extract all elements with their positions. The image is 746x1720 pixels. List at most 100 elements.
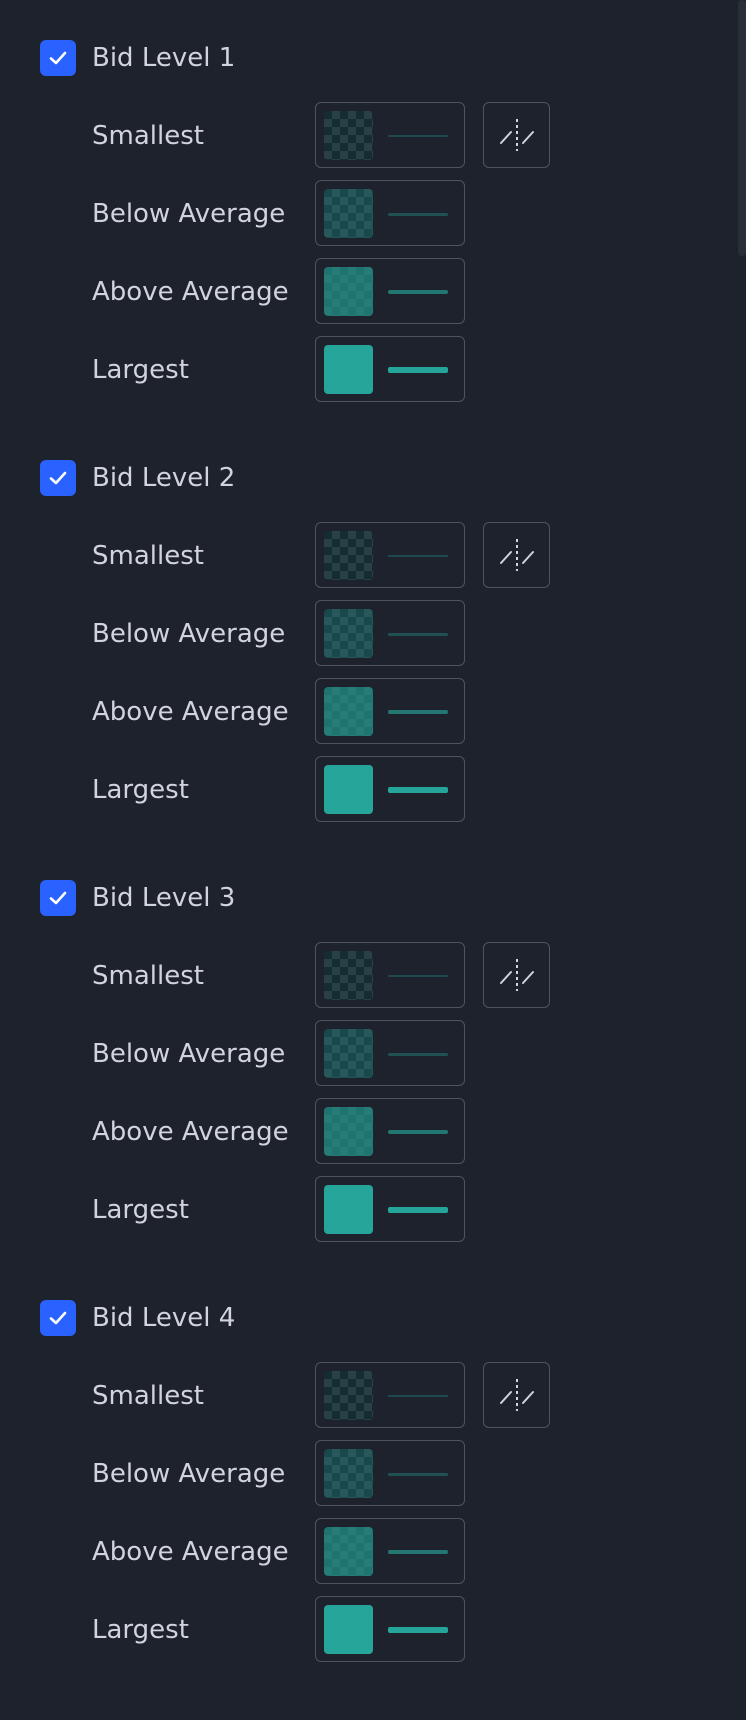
swatch-fill [324,1371,373,1420]
style-row-smallest: Smallest [0,1362,746,1430]
color-swatch [324,951,373,1000]
style-row-largest: Largest [0,1176,746,1244]
bid-level-header: Bid Level 1 [40,40,235,76]
interpolation-icon [499,1379,534,1411]
line-preview [388,1207,448,1213]
line-preview [388,135,448,137]
color-style-button[interactable] [315,1362,465,1428]
line-preview [388,1395,448,1397]
color-style-button[interactable] [315,756,465,822]
line-preview [388,290,448,294]
color-style-button[interactable] [315,522,465,588]
settings-panel: Bid Level 1 Smallest Below Average Above… [0,0,746,1702]
line-preview [388,1052,448,1056]
bid-level-title: Bid Level 1 [92,43,236,73]
color-swatch [324,1449,373,1498]
color-style-button[interactable] [315,180,465,246]
color-swatch [324,111,373,160]
bid-level-checkbox[interactable] [40,880,76,916]
row-label: Above Average [92,697,289,727]
line-preview [388,1627,448,1633]
swatch-fill [324,111,373,160]
style-row-above-average: Above Average [0,1098,746,1166]
style-row-largest: Largest [0,1596,746,1664]
row-label: Smallest [92,961,204,991]
style-row-above-average: Above Average [0,258,746,326]
style-row-below-average: Below Average [0,1440,746,1508]
row-label: Above Average [92,1537,289,1567]
color-swatch [324,1371,373,1420]
bid-level-checkbox[interactable] [40,40,76,76]
color-swatch [324,345,373,394]
line-preview [388,367,448,373]
row-label: Below Average [92,619,286,649]
color-swatch [324,1605,373,1654]
swatch-fill [324,765,373,814]
color-swatch [324,1527,373,1576]
interpolation-icon [499,119,534,151]
color-style-button[interactable] [315,336,465,402]
row-label: Above Average [92,277,289,307]
style-row-smallest: Smallest [0,102,746,170]
color-style-button[interactable] [315,1518,465,1584]
color-style-button[interactable] [315,102,465,168]
line-preview [388,632,448,636]
bid-level-group: Bid Level 4 Smallest Below Average Above… [0,1300,746,1720]
color-swatch [324,531,373,580]
row-label: Above Average [92,1117,289,1147]
checkmark-icon [49,51,67,65]
interpolation-button[interactable] [483,942,550,1008]
color-swatch [324,609,373,658]
color-style-button[interactable] [315,1596,465,1662]
swatch-fill [324,1185,373,1234]
style-row-largest: Largest [0,756,746,824]
row-label: Largest [92,1195,189,1225]
style-row-smallest: Smallest [0,942,746,1010]
bid-level-header: Bid Level 3 [40,880,235,916]
bid-level-header: Bid Level 4 [40,1300,235,1336]
swatch-fill [324,531,373,580]
interpolation-button[interactable] [483,522,550,588]
color-style-button[interactable] [315,1020,465,1086]
color-style-button[interactable] [315,600,465,666]
line-preview [388,975,448,977]
color-style-button[interactable] [315,1176,465,1242]
line-preview [388,1550,448,1554]
bid-level-group: Bid Level 3 Smallest Below Average Above… [0,880,746,1300]
line-preview [388,787,448,793]
checkmark-icon [49,891,67,905]
color-style-button[interactable] [315,678,465,744]
style-row-below-average: Below Average [0,1020,746,1088]
interpolation-button[interactable] [483,102,550,168]
bid-level-header: Bid Level 2 [40,460,235,496]
row-label: Below Average [92,1039,286,1069]
row-label: Smallest [92,1381,204,1411]
style-row-above-average: Above Average [0,1518,746,1586]
swatch-fill [324,1527,373,1576]
color-swatch [324,1185,373,1234]
color-swatch [324,267,373,316]
bid-level-checkbox[interactable] [40,1300,76,1336]
style-row-above-average: Above Average [0,678,746,746]
color-style-button[interactable] [315,1440,465,1506]
swatch-fill [324,1029,373,1078]
color-style-button[interactable] [315,942,465,1008]
interpolation-icon [499,959,534,991]
color-style-button[interactable] [315,258,465,324]
line-preview [388,1130,448,1134]
style-row-below-average: Below Average [0,180,746,248]
style-row-largest: Largest [0,336,746,404]
bid-level-checkbox[interactable] [40,460,76,496]
bid-level-title: Bid Level 2 [92,463,236,493]
row-label: Smallest [92,121,204,151]
swatch-fill [324,267,373,316]
line-preview [388,1472,448,1476]
bid-level-group: Bid Level 1 Smallest Below Average Above… [0,40,746,460]
color-style-button[interactable] [315,1098,465,1164]
swatch-fill [324,345,373,394]
line-preview [388,212,448,216]
row-label: Largest [92,1615,189,1645]
swatch-fill [324,189,373,238]
interpolation-button[interactable] [483,1362,550,1428]
row-label: Below Average [92,1459,286,1489]
